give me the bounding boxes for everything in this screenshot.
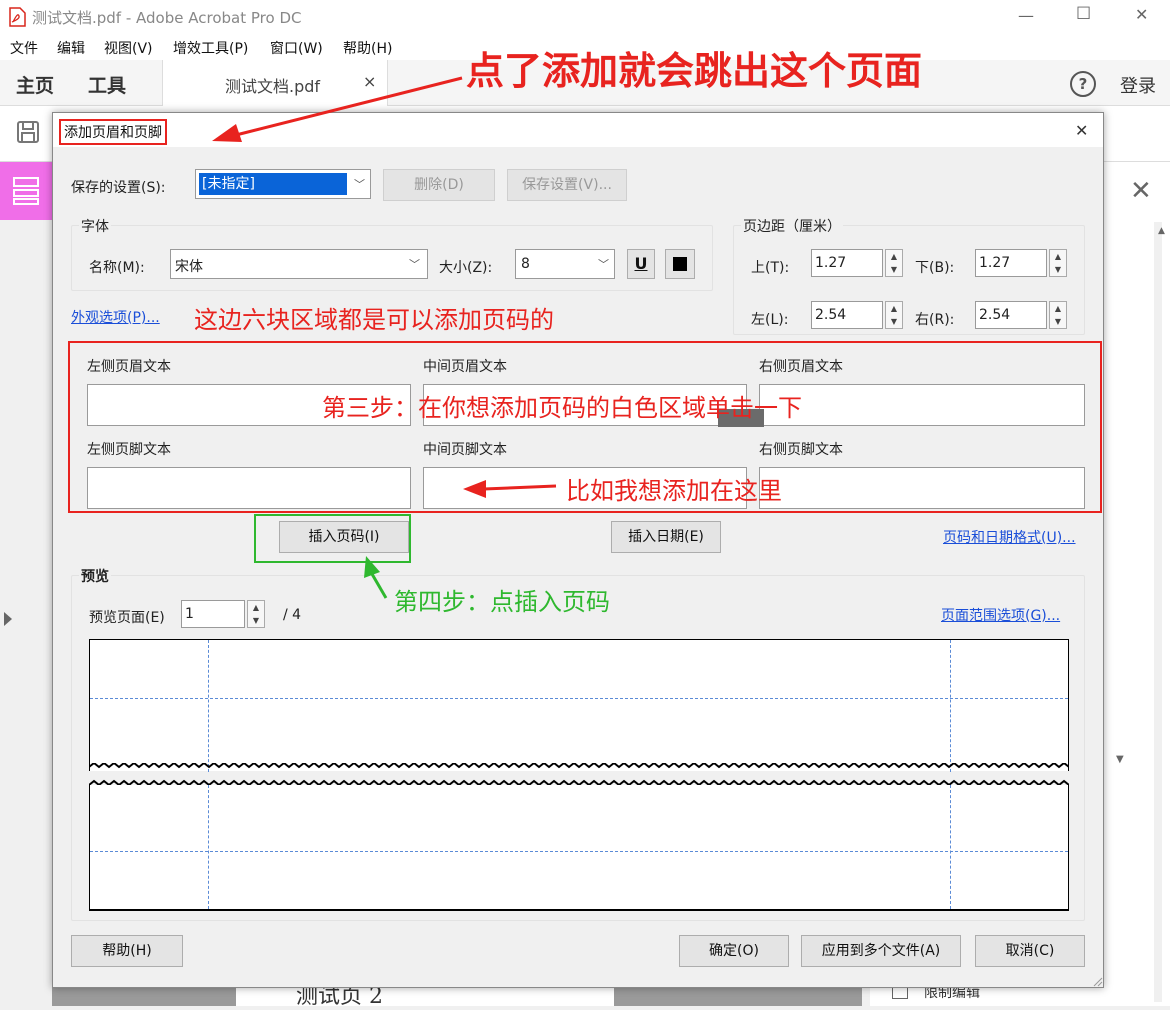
arrow-to-center-footer-icon — [483, 484, 557, 491]
annotation-arrows — [212, 76, 557, 599]
arrow-to-title-icon — [231, 76, 463, 138]
arrow-to-insert-button-icon — [370, 573, 388, 599]
